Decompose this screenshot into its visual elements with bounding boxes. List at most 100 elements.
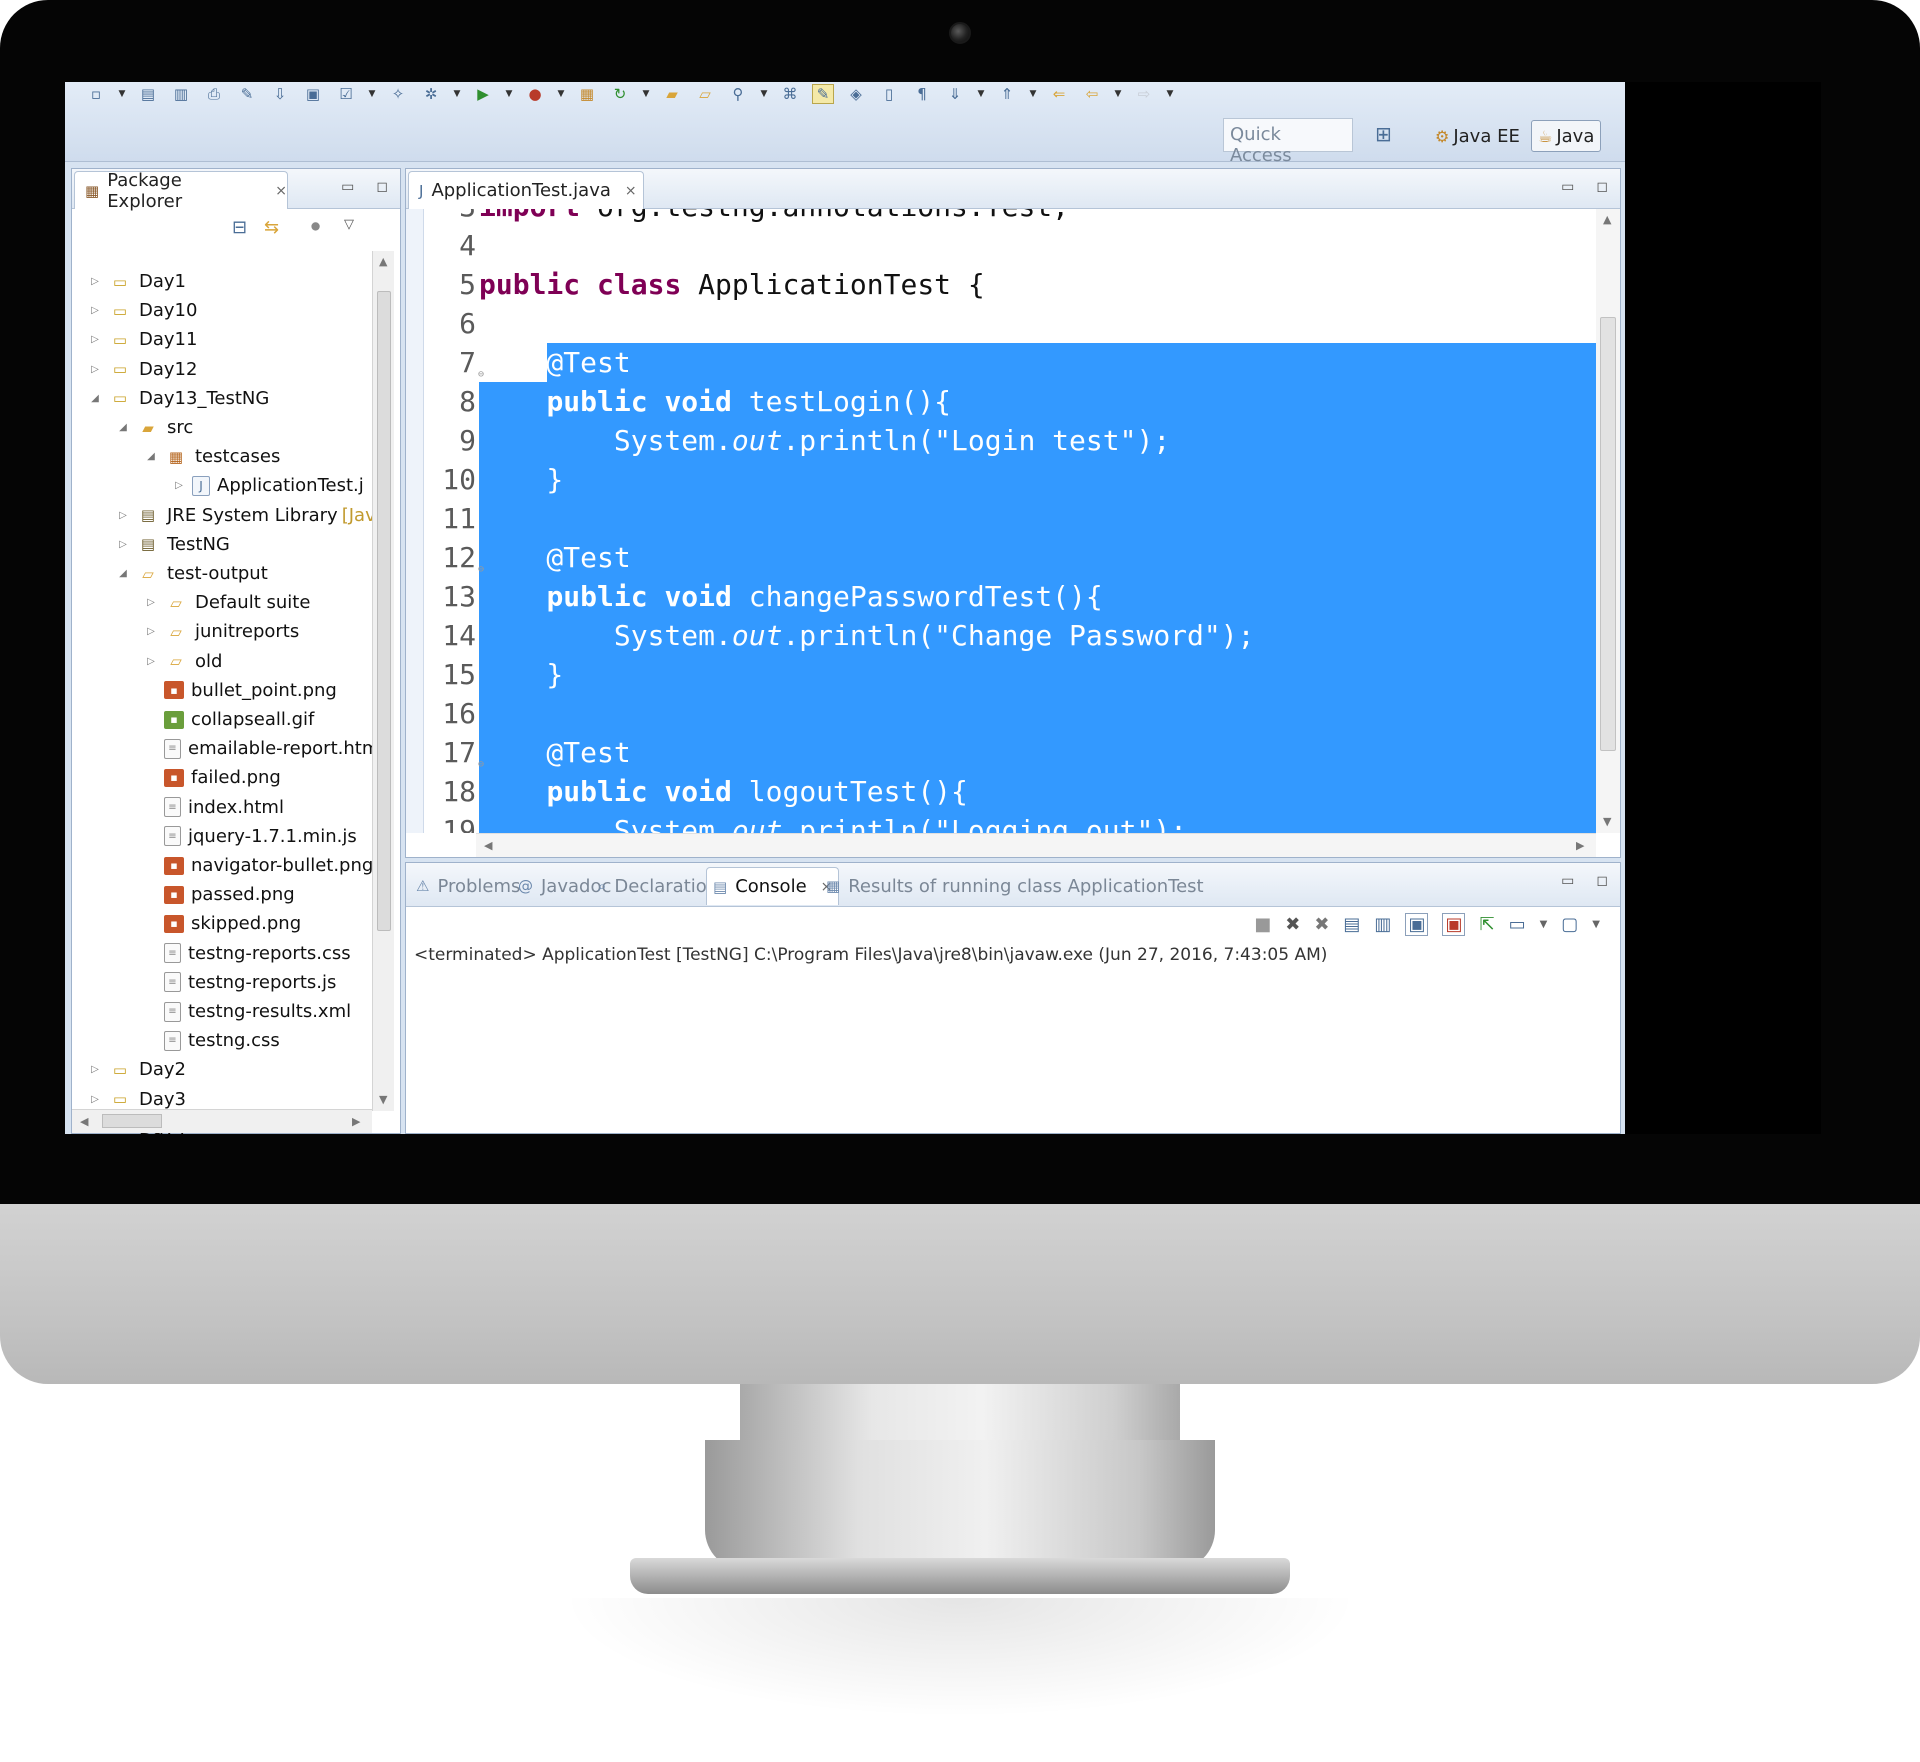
open-folder-icon[interactable]: ▰ [661, 84, 683, 104]
tree-item[interactable]: ▪ navigator-bullet.png [144, 851, 373, 880]
scroll-left-icon[interactable]: ◀ [80, 1115, 88, 1128]
open-perspective-icon[interactable]: ⊞ [1375, 122, 1403, 150]
collapse-twistie-icon[interactable]: ◢ [144, 451, 158, 462]
code-line[interactable]: 8 public void testLogin(){ [406, 382, 1596, 421]
open-console-icon[interactable]: ▢ [1561, 914, 1578, 935]
tree-item[interactable]: ▷ ▭ Day2 [88, 1055, 186, 1084]
tree-item[interactable]: ◢ ▱ test-output [116, 559, 268, 588]
chevron-down-icon[interactable]: ▼ [1166, 84, 1174, 104]
quick-access-input[interactable]: Quick Access [1223, 118, 1353, 166]
scroll-right-icon[interactable]: ▶ [352, 1115, 360, 1128]
minimize-icon[interactable]: ▭ [1561, 873, 1574, 889]
close-icon[interactable]: ⨯ [275, 183, 287, 199]
tab-package-explorer[interactable]: ▦ Package Explorer ⨯ [74, 170, 288, 212]
code-line[interactable]: 9 System.out.println("Login test"); [406, 421, 1596, 460]
code-line[interactable]: 16 [406, 694, 1596, 733]
maximize-icon[interactable]: ◻ [1596, 179, 1608, 195]
pin-console-icon[interactable]: ⇱ [1479, 914, 1494, 935]
code-line[interactable]: 6 [406, 304, 1596, 343]
expand-twistie-icon[interactable]: ▷ [88, 364, 102, 375]
tab-application-test-java[interactable]: J ApplicationTest.java ⨯ [408, 171, 644, 209]
chevron-down-icon[interactable]: ▼ [1114, 84, 1122, 104]
scroll-left-icon[interactable]: ◀ [484, 839, 492, 852]
chevron-down-icon[interactable]: ▼ [1029, 84, 1037, 104]
expand-twistie-icon[interactable]: ▷ [172, 480, 186, 491]
scroll-right-icon[interactable]: ▶ [1576, 839, 1584, 852]
prev-annotation-icon[interactable]: ⇑ [996, 84, 1018, 104]
close-icon[interactable]: ⨯ [625, 183, 637, 199]
tree-item[interactable]: ▪ passed.png [144, 880, 295, 909]
terminate-icon[interactable]: ■ [1254, 914, 1271, 935]
back-icon[interactable]: ⇦ [1081, 84, 1103, 104]
refresh-icon[interactable]: ↻ [609, 84, 631, 104]
tree-vertical-scrollbar[interactable]: ▲ ▼ [372, 251, 394, 1111]
expand-twistie-icon[interactable]: ▷ [88, 276, 102, 287]
scroll-up-icon[interactable]: ▲ [379, 255, 387, 268]
tree-item[interactable]: ▪ failed.png [144, 763, 281, 792]
mark-icon[interactable]: ◈ [845, 84, 867, 104]
expand-twistie-icon[interactable]: ▷ [116, 539, 130, 550]
tree-horizontal-scrollbar[interactable]: ◀ ▶ [72, 1109, 372, 1133]
tools-icon[interactable]: ✎ [236, 84, 258, 104]
chevron-down-icon[interactable]: ▼ [453, 84, 461, 104]
chevron-down-icon[interactable]: ▼ [368, 84, 376, 104]
code-line[interactable]: 11 [406, 499, 1596, 538]
tree-item[interactable]: ▷ ▱ Default suite [144, 588, 310, 617]
maximize-icon[interactable]: ◻ [1596, 873, 1608, 889]
scrollbar-thumb[interactable] [102, 1114, 162, 1128]
focus-icon[interactable]: ⚫ [308, 217, 323, 238]
forward-icon[interactable]: ⇨ [1133, 84, 1155, 104]
tree-item[interactable]: ▷ ▭ Day12 [88, 355, 197, 384]
scrollbar-thumb[interactable] [1600, 317, 1616, 751]
tree-item[interactable]: ▷ ▭ Day1 [88, 267, 186, 296]
scroll-lock-icon[interactable]: ▥ [1374, 914, 1391, 935]
server-icon[interactable]: ▣ [302, 84, 324, 104]
editor-vertical-scrollbar[interactable]: ▲ ▼ [1596, 209, 1620, 833]
search-icon[interactable]: ⚲ [727, 84, 749, 104]
paragraph-icon[interactable]: ¶ [911, 84, 933, 104]
tree-item[interactable]: ≡ testng.css [144, 1026, 280, 1055]
next-annotation-icon[interactable]: ⇓ [944, 84, 966, 104]
debug-icon[interactable]: ✲ [420, 84, 442, 104]
code-line[interactable]: 3import org.testng.annotations.Test; [406, 209, 1596, 226]
new-icon[interactable]: ▫ [85, 84, 107, 104]
tree-item[interactable]: ≡ emailable-report.htm [144, 734, 379, 763]
clear-console-icon[interactable]: ▤ [1343, 914, 1360, 935]
remove-all-launches-icon[interactable]: ✖ [1314, 914, 1329, 935]
minimize-icon[interactable]: ▭ [1561, 179, 1574, 195]
tree-item[interactable]: ▷ ▤ JRE System Library [Java [116, 501, 387, 530]
task-icon[interactable]: ☑ [335, 84, 357, 104]
tree-item[interactable]: ▷ ▤ TestNG [116, 530, 230, 559]
external-tools-icon[interactable]: ● [524, 84, 546, 104]
tree-item[interactable]: ▷ ▱ old [144, 647, 222, 676]
scroll-down-icon[interactable]: ▼ [379, 1093, 387, 1106]
highlight-icon[interactable]: ✎ [812, 84, 834, 104]
last-edit-icon[interactable]: ⇐ [1048, 84, 1070, 104]
code-line[interactable]: 13 public void changePasswordTest(){ [406, 577, 1596, 616]
code-editor[interactable]: 3import org.testng.annotations.Test;45pu… [406, 209, 1596, 833]
expand-twistie-icon[interactable]: ▷ [116, 510, 130, 521]
view-menu-icon[interactable]: ▽ [344, 217, 354, 232]
show-on-stdout-icon[interactable]: ▣ [1405, 913, 1429, 936]
code-line[interactable]: 15 } [406, 655, 1596, 694]
code-line[interactable]: 14 System.out.println("Change Password")… [406, 616, 1596, 655]
code-line[interactable]: 5 public class ApplicationTest { [406, 265, 1596, 304]
collapse-all-icon[interactable]: ⊟ [232, 217, 247, 238]
tree-item[interactable]: ▷ J ApplicationTest.j [172, 471, 364, 500]
block-icon[interactable]: ▯ [878, 84, 900, 104]
maximize-icon[interactable]: ◻ [376, 179, 388, 195]
display-console-icon[interactable]: ▭ [1509, 914, 1526, 935]
chevron-down-icon[interactable]: ▼ [557, 84, 565, 104]
build-icon[interactable]: ▦ [576, 84, 598, 104]
code-line[interactable]: 4 [406, 226, 1596, 265]
expand-twistie-icon[interactable]: ▷ [144, 597, 158, 608]
print-icon[interactable]: ⎙ [203, 84, 225, 104]
tab-problems[interactable]: ⚠ Problems [410, 867, 526, 905]
expand-twistie-icon[interactable]: ▷ [88, 334, 102, 345]
chevron-down-icon[interactable]: ▼ [505, 84, 513, 104]
tree-item[interactable]: ▪ collapseall.gif [144, 705, 314, 734]
tab-results[interactable]: ▦ Results of running class ApplicationTes… [820, 867, 1210, 905]
scroll-down-icon[interactable]: ▼ [1603, 815, 1611, 828]
editor-horizontal-scrollbar[interactable]: ◀ ▶ [476, 833, 1596, 857]
perspective-java[interactable]: ☕ Java [1531, 120, 1602, 152]
